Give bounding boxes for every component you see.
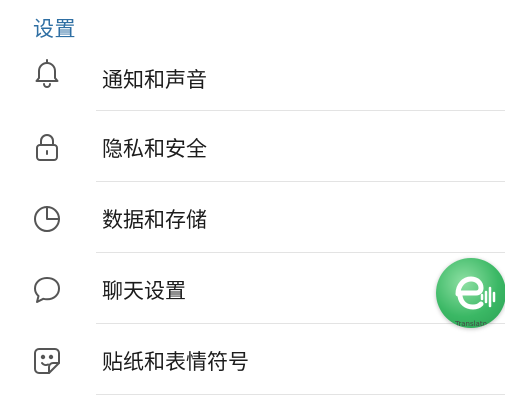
settings-item-data-storage[interactable]: 数据和存储 xyxy=(0,182,505,253)
translator-logo-icon xyxy=(455,276,496,310)
bell-icon xyxy=(30,56,64,90)
settings-item-notifications[interactable]: 通知和声音 xyxy=(0,40,505,111)
lock-icon xyxy=(30,131,64,165)
settings-item-label: 贴纸和表情符号 xyxy=(102,350,249,374)
floating-translator-button[interactable]: Translato xyxy=(436,258,505,328)
settings-item-label: 数据和存储 xyxy=(102,208,207,232)
row-divider xyxy=(96,394,505,395)
settings-item-label: 聊天设置 xyxy=(102,279,186,303)
settings-list: 通知和声音 隐私和安全 数据和存储 聊天设置 贴纸和表情符号 xyxy=(0,40,505,395)
settings-screen: 设置 通知和声音 隐私和安全 数据和存储 聊天设置 贴纸和表情符号 Transl… xyxy=(0,0,505,400)
translator-label: Translato xyxy=(455,320,487,328)
settings-item-stickers[interactable]: 贴纸和表情符号 xyxy=(0,324,505,395)
pie-chart-icon xyxy=(30,202,64,236)
settings-item-chat[interactable]: 聊天设置 xyxy=(0,253,505,324)
settings-item-label: 通知和声音 xyxy=(102,68,207,92)
sticker-icon xyxy=(30,344,64,378)
chat-bubble-icon xyxy=(30,273,64,307)
settings-item-label: 隐私和安全 xyxy=(102,137,207,161)
settings-item-privacy[interactable]: 隐私和安全 xyxy=(0,111,505,182)
